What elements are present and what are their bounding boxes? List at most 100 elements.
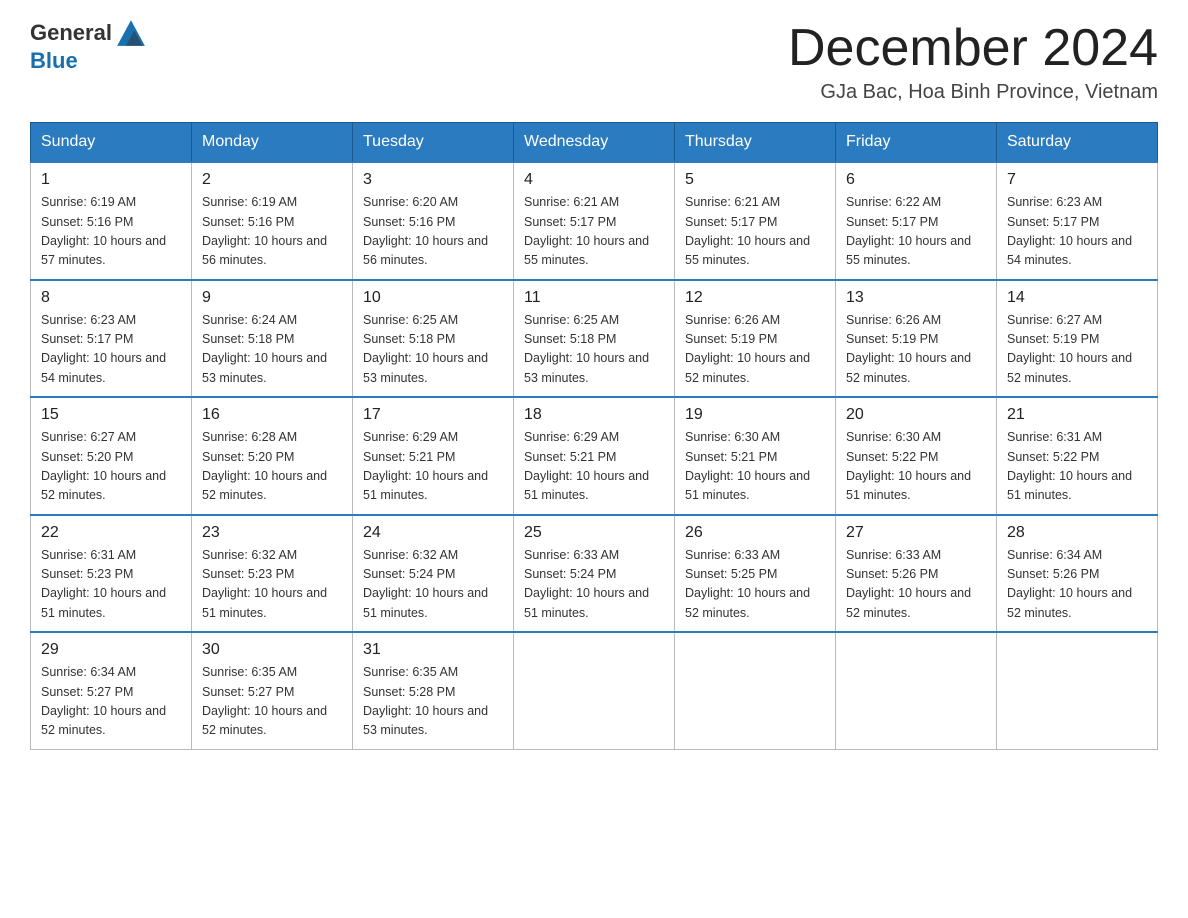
day-info: Sunrise: 6:24 AMSunset: 5:18 PMDaylight:… (202, 311, 342, 389)
day-info: Sunrise: 6:34 AMSunset: 5:26 PMDaylight:… (1007, 546, 1147, 624)
calendar-day-cell: 2Sunrise: 6:19 AMSunset: 5:16 PMDaylight… (192, 162, 353, 280)
weekday-header-friday: Friday (836, 123, 997, 163)
calendar-day-cell: 18 Sunrise: 6:29 AMSunset: 5:21 PMDayligh… (514, 397, 675, 515)
calendar-day-cell: 23 Sunrise: 6:32 AMSunset: 5:23 PMDayligh… (192, 515, 353, 633)
calendar-day-cell: 10Sunrise: 6:25 AMSunset: 5:18 PMDayligh… (353, 280, 514, 398)
day-info: Sunrise: 6:23 AMSunset: 5:17 PMDaylight:… (41, 311, 181, 389)
day-info: Sunrise: 6:21 AMSunset: 5:17 PMDaylight:… (524, 193, 664, 271)
day-number: 29 (41, 641, 181, 659)
calendar-week-row: 15 Sunrise: 6:27 AMSunset: 5:20 PMDayligh… (31, 397, 1158, 515)
title-section: December 2024 GJa Bac, Hoa Binh Province… (788, 20, 1158, 104)
location-subtitle: GJa Bac, Hoa Binh Province, Vietnam (788, 81, 1158, 104)
logo-general-text: General (30, 20, 112, 46)
day-info: Sunrise: 6:29 AMSunset: 5:21 PMDaylight:… (524, 428, 664, 506)
calendar-day-cell: 15 Sunrise: 6:27 AMSunset: 5:20 PMDayligh… (31, 397, 192, 515)
calendar-week-row: 8 Sunrise: 6:23 AMSunset: 5:17 PMDaylight… (31, 280, 1158, 398)
calendar-day-cell: 12 Sunrise: 6:26 AMSunset: 5:19 PMDayligh… (675, 280, 836, 398)
day-number: 18 (524, 406, 664, 424)
day-number: 30 (202, 641, 342, 659)
day-info: Sunrise: 6:29 AMSunset: 5:21 PMDaylight:… (363, 428, 503, 506)
day-number: 5 (685, 171, 825, 189)
day-number: 16 (202, 406, 342, 424)
day-info: Sunrise: 6:21 AMSunset: 5:17 PMDaylight:… (685, 193, 825, 271)
calendar-day-cell: 24 Sunrise: 6:32 AMSunset: 5:24 PMDayligh… (353, 515, 514, 633)
day-number: 23 (202, 524, 342, 542)
calendar-day-cell (836, 632, 997, 749)
day-number: 9 (202, 289, 342, 307)
day-number: 25 (524, 524, 664, 542)
calendar-day-cell: 11 Sunrise: 6:25 AMSunset: 5:18 PMDayligh… (514, 280, 675, 398)
weekday-header-wednesday: Wednesday (514, 123, 675, 163)
day-info: Sunrise: 6:32 AMSunset: 5:23 PMDaylight:… (202, 546, 342, 624)
day-info: Sunrise: 6:27 AMSunset: 5:19 PMDaylight:… (1007, 311, 1147, 389)
day-info: Sunrise: 6:34 AMSunset: 5:27 PMDaylight:… (41, 663, 181, 741)
logo-blue-text: Blue (30, 48, 195, 74)
day-number: 13 (846, 289, 986, 307)
calendar-day-cell: 7Sunrise: 6:23 AMSunset: 5:17 PMDaylight… (997, 162, 1158, 280)
day-number: 2 (202, 171, 342, 189)
day-number: 26 (685, 524, 825, 542)
weekday-header-monday: Monday (192, 123, 353, 163)
calendar-day-cell: 29 Sunrise: 6:34 AMSunset: 5:27 PMDayligh… (31, 632, 192, 749)
calendar-week-row: 22 Sunrise: 6:31 AMSunset: 5:23 PMDayligh… (31, 515, 1158, 633)
calendar-day-cell (997, 632, 1158, 749)
calendar-day-cell: 27Sunrise: 6:33 AMSunset: 5:26 PMDayligh… (836, 515, 997, 633)
weekday-header-sunday: Sunday (31, 123, 192, 163)
day-info: Sunrise: 6:26 AMSunset: 5:19 PMDaylight:… (846, 311, 986, 389)
calendar-day-cell: 19Sunrise: 6:30 AMSunset: 5:21 PMDayligh… (675, 397, 836, 515)
calendar-day-cell: 5 Sunrise: 6:21 AMSunset: 5:17 PMDaylight… (675, 162, 836, 280)
day-number: 21 (1007, 406, 1147, 424)
logo-icon (115, 16, 147, 48)
day-info: Sunrise: 6:23 AMSunset: 5:17 PMDaylight:… (1007, 193, 1147, 271)
calendar-day-cell (514, 632, 675, 749)
day-info: Sunrise: 6:22 AMSunset: 5:17 PMDaylight:… (846, 193, 986, 271)
day-info: Sunrise: 6:20 AMSunset: 5:16 PMDaylight:… (363, 193, 503, 271)
calendar-day-cell (675, 632, 836, 749)
day-number: 10 (363, 289, 503, 307)
calendar-day-cell: 14Sunrise: 6:27 AMSunset: 5:19 PMDayligh… (997, 280, 1158, 398)
weekday-header-saturday: Saturday (997, 123, 1158, 163)
day-info: Sunrise: 6:30 AMSunset: 5:21 PMDaylight:… (685, 428, 825, 506)
day-number: 20 (846, 406, 986, 424)
day-info: Sunrise: 6:33 AMSunset: 5:24 PMDaylight:… (524, 546, 664, 624)
day-info: Sunrise: 6:35 AMSunset: 5:28 PMDaylight:… (363, 663, 503, 741)
calendar-day-cell: 26 Sunrise: 6:33 AMSunset: 5:25 PMDayligh… (675, 515, 836, 633)
day-number: 3 (363, 171, 503, 189)
day-number: 31 (363, 641, 503, 659)
calendar-day-cell: 3 Sunrise: 6:20 AMSunset: 5:16 PMDaylight… (353, 162, 514, 280)
calendar-day-cell: 28 Sunrise: 6:34 AMSunset: 5:26 PMDayligh… (997, 515, 1158, 633)
calendar-day-cell: 25 Sunrise: 6:33 AMSunset: 5:24 PMDayligh… (514, 515, 675, 633)
day-number: 11 (524, 289, 664, 307)
day-info: Sunrise: 6:30 AMSunset: 5:22 PMDaylight:… (846, 428, 986, 506)
day-number: 8 (41, 289, 181, 307)
calendar-day-cell: 20 Sunrise: 6:30 AMSunset: 5:22 PMDayligh… (836, 397, 997, 515)
day-info: Sunrise: 6:25 AMSunset: 5:18 PMDaylight:… (524, 311, 664, 389)
weekday-header-row: SundayMondayTuesdayWednesdayThursdayFrid… (31, 123, 1158, 163)
calendar-day-cell: 30 Sunrise: 6:35 AMSunset: 5:27 PMDayligh… (192, 632, 353, 749)
day-info: Sunrise: 6:33 AMSunset: 5:26 PMDaylight:… (846, 546, 986, 624)
day-info: Sunrise: 6:35 AMSunset: 5:27 PMDaylight:… (202, 663, 342, 741)
calendar-day-cell: 22 Sunrise: 6:31 AMSunset: 5:23 PMDayligh… (31, 515, 192, 633)
weekday-header-tuesday: Tuesday (353, 123, 514, 163)
day-info: Sunrise: 6:32 AMSunset: 5:24 PMDaylight:… (363, 546, 503, 624)
month-title: December 2024 (788, 20, 1158, 77)
calendar-day-cell: 31 Sunrise: 6:35 AMSunset: 5:28 PMDayligh… (353, 632, 514, 749)
day-info: Sunrise: 6:28 AMSunset: 5:20 PMDaylight:… (202, 428, 342, 506)
day-number: 22 (41, 524, 181, 542)
calendar-day-cell: 1Sunrise: 6:19 AMSunset: 5:16 PMDaylight… (31, 162, 192, 280)
day-number: 24 (363, 524, 503, 542)
calendar-day-cell: 6Sunrise: 6:22 AMSunset: 5:17 PMDaylight… (836, 162, 997, 280)
calendar-day-cell: 16 Sunrise: 6:28 AMSunset: 5:20 PMDayligh… (192, 397, 353, 515)
day-info: Sunrise: 6:33 AMSunset: 5:25 PMDaylight:… (685, 546, 825, 624)
day-info: Sunrise: 6:27 AMSunset: 5:20 PMDaylight:… (41, 428, 181, 506)
day-info: Sunrise: 6:26 AMSunset: 5:19 PMDaylight:… (685, 311, 825, 389)
day-number: 17 (363, 406, 503, 424)
calendar-day-cell: 13 Sunrise: 6:26 AMSunset: 5:19 PMDayligh… (836, 280, 997, 398)
day-number: 28 (1007, 524, 1147, 542)
day-info: Sunrise: 6:31 AMSunset: 5:23 PMDaylight:… (41, 546, 181, 624)
calendar-day-cell: 4Sunrise: 6:21 AMSunset: 5:17 PMDaylight… (514, 162, 675, 280)
day-info: Sunrise: 6:19 AMSunset: 5:16 PMDaylight:… (41, 193, 181, 271)
day-number: 15 (41, 406, 181, 424)
day-number: 12 (685, 289, 825, 307)
calendar-day-cell: 17 Sunrise: 6:29 AMSunset: 5:21 PMDayligh… (353, 397, 514, 515)
